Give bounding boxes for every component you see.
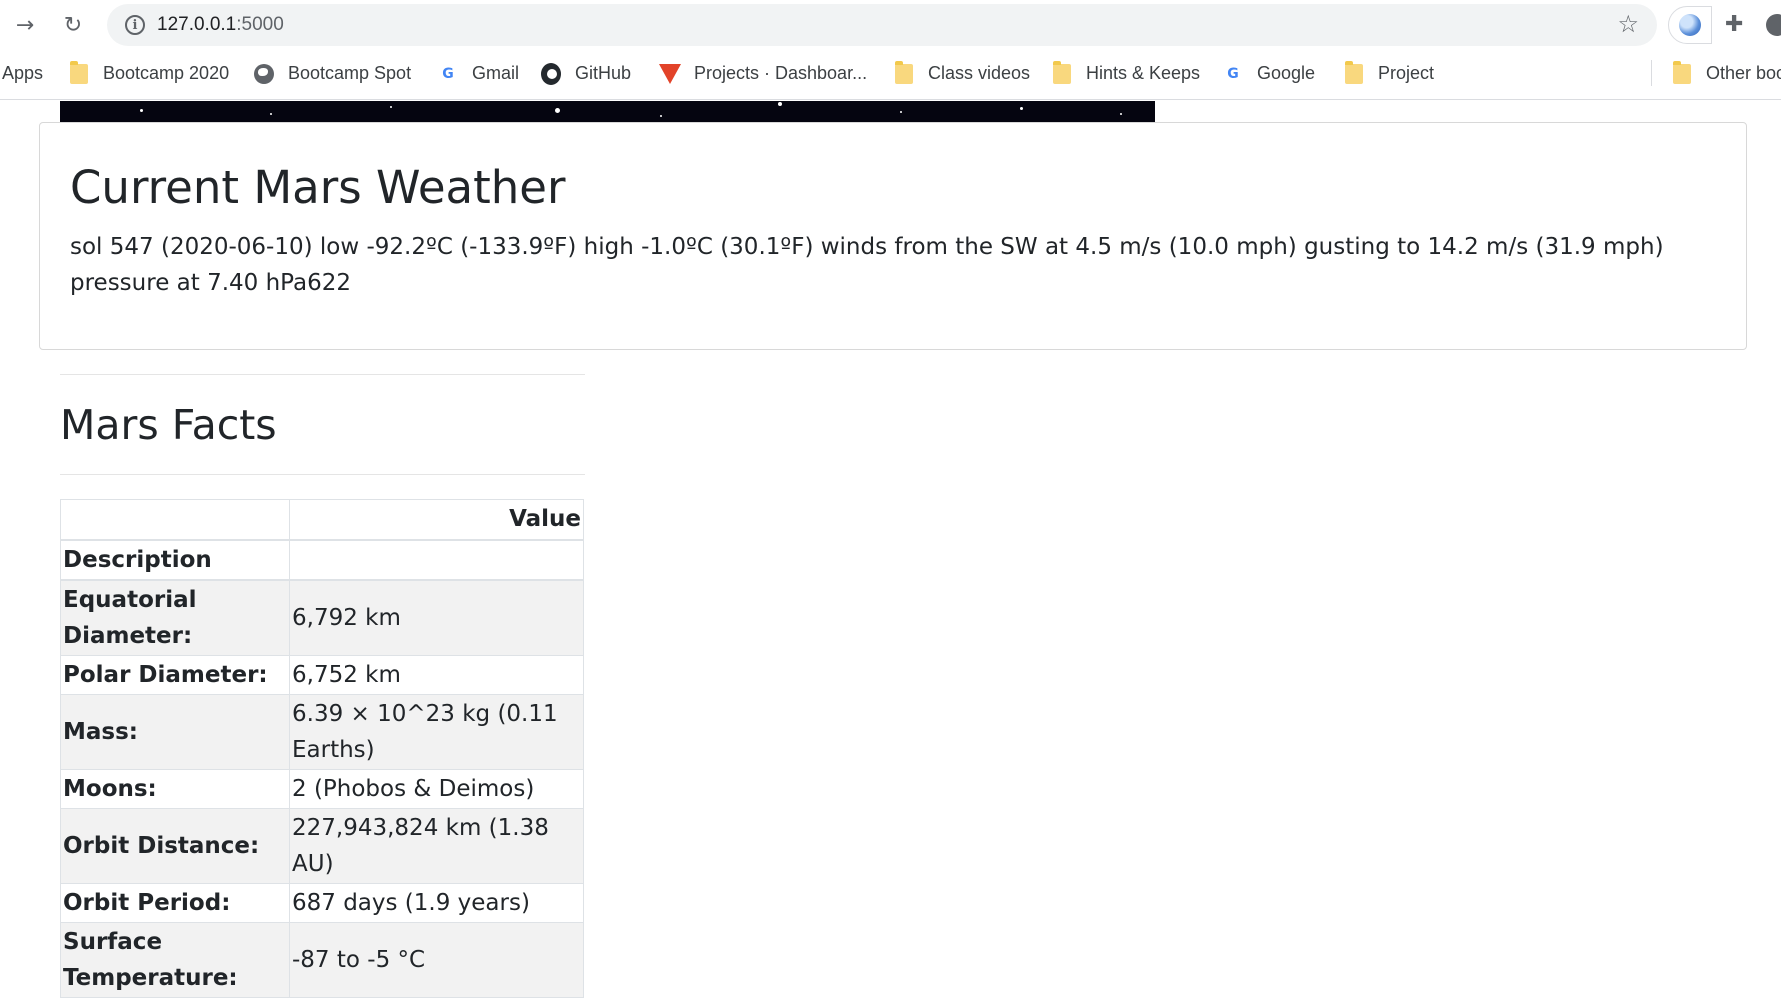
bookmark-label: Bootcamp 2020: [103, 63, 230, 83]
folder-icon: [69, 60, 89, 84]
header-empty-cell: [60, 499, 290, 541]
fact-value: 2 (Phobos & Deimos): [289, 768, 584, 809]
page-content: Current Mars Weather sol 547 (2020-06-10…: [0, 101, 1781, 998]
mars-facts-table: Value Description Equatorial Diameter: 6…: [60, 499, 584, 998]
mars-hemisphere-image: [60, 101, 1155, 122]
bookmark-apps[interactable]: Apps: [2, 63, 43, 84]
info-icon[interactable]: i: [125, 15, 145, 35]
reload-button[interactable]: ↻: [58, 10, 88, 40]
fact-value: 227,943,824 km (1.38 AU): [289, 807, 584, 884]
header-description: Description: [60, 539, 290, 581]
fact-label: Orbit Period:: [60, 882, 290, 923]
bookmark-projects-dashboard[interactable]: Projects · Dashboar...: [659, 63, 868, 84]
forward-button[interactable]: →: [10, 10, 40, 40]
google-icon: G: [1227, 65, 1239, 82]
bookmark-label: GitHub: [575, 63, 632, 83]
bookmark-other-bookmarks[interactable]: Other boo: [1672, 60, 1781, 84]
weather-card: Current Mars Weather sol 547 (2020-06-10…: [39, 122, 1747, 350]
table-cell: [289, 539, 584, 581]
google-icon: G: [442, 65, 454, 82]
fact-value: 6.39 × 10^23 kg (0.11 Earths): [289, 693, 584, 770]
table-header-row: Value: [60, 499, 584, 541]
folder-icon: [1344, 60, 1364, 84]
bookmark-hints-keeps[interactable]: Hints & Keeps: [1052, 60, 1201, 84]
fact-label: Polar Diameter:: [60, 654, 290, 695]
bookmark-star-icon[interactable]: ☆: [1617, 10, 1639, 38]
header-value: Value: [289, 499, 584, 541]
folder-icon: [894, 60, 914, 84]
bookmark-gmail[interactable]: G Gmail: [438, 63, 519, 84]
table-row: Mass: 6.39 × 10^23 kg (0.11 Earths): [60, 693, 584, 770]
url-text[interactable]: 127.0.0.1:5000: [157, 14, 284, 36]
extension-icon: [1679, 14, 1701, 36]
bookmarks-separator: [1651, 60, 1652, 86]
table-row: Polar Diameter: 6,752 km: [60, 654, 584, 695]
bookmark-label: Class videos: [928, 63, 1031, 83]
folder-icon: [1672, 60, 1692, 84]
bookmark-label: Other boo: [1706, 63, 1781, 83]
fact-value: 6,792 km: [289, 579, 584, 656]
weather-title: Current Mars Weather: [70, 161, 566, 214]
url-host: 127.0.0.1: [157, 14, 237, 35]
table-row-description-header: Description: [60, 539, 584, 581]
fact-label: Mass:: [60, 693, 290, 770]
fact-label: Equatorial Diameter:: [60, 579, 290, 656]
bookmark-label: Google: [1257, 63, 1316, 83]
bookmark-label: Project: [1378, 63, 1435, 83]
bookmark-label: Apps: [2, 63, 44, 83]
profile-avatar[interactable]: [1766, 14, 1781, 36]
address-bar[interactable]: i 127.0.0.1:5000 ☆: [107, 4, 1657, 46]
arrow-right-icon: →: [15, 12, 35, 38]
fact-label: Surface Temperature:: [60, 921, 290, 998]
facts-title: Mars Facts: [60, 401, 277, 449]
divider: [60, 374, 585, 375]
fact-label: Orbit Distance:: [60, 807, 290, 884]
divider: [60, 474, 585, 475]
globe-icon: [254, 63, 274, 84]
github-icon: [541, 62, 561, 85]
bookmark-class-videos[interactable]: Class videos: [894, 60, 1031, 84]
weather-report: sol 547 (2020-06-10) low -92.2ºC (-133.9…: [70, 234, 1664, 296]
reload-icon: ↻: [63, 12, 83, 38]
fact-value: 6,752 km: [289, 654, 584, 695]
extension-button[interactable]: [1668, 6, 1712, 44]
folder-icon: [1052, 60, 1072, 84]
url-port: :5000: [236, 14, 284, 35]
bookmark-project[interactable]: Project: [1344, 60, 1435, 84]
table-row: Moons: 2 (Phobos & Deimos): [60, 768, 584, 809]
puzzle-icon[interactable]: ✚: [1725, 12, 1743, 37]
gitlab-icon: [659, 63, 681, 84]
bookmark-label: Gmail: [472, 63, 520, 83]
bookmark-label: Hints & Keeps: [1086, 63, 1201, 83]
bookmark-label: Projects · Dashboar...: [694, 63, 868, 83]
table-row: Equatorial Diameter: 6,792 km: [60, 579, 584, 656]
bookmark-bootcamp-2020[interactable]: Bootcamp 2020: [69, 60, 230, 84]
table-row: Orbit Period: 687 days (1.9 years): [60, 882, 584, 923]
bookmark-label: Bootcamp Spot: [288, 63, 412, 83]
fact-label: Moons:: [60, 768, 290, 809]
browser-toolbar: → ↻ i 127.0.0.1:5000 ☆ ✚: [0, 0, 1781, 50]
table-row: Surface Temperature: -87 to -5 °C: [60, 921, 584, 998]
extensions-area: ✚: [1668, 4, 1781, 46]
table-row: Orbit Distance: 227,943,824 km (1.38 AU): [60, 807, 584, 884]
bookmarks-bar: Apps Bootcamp 2020 Bootcamp Spot G Gmail…: [0, 50, 1781, 100]
fact-value: -87 to -5 °C: [289, 921, 584, 998]
bookmark-github[interactable]: GitHub: [541, 62, 632, 85]
bookmark-google[interactable]: G Google: [1223, 63, 1315, 84]
bookmark-bootcamp-spot[interactable]: Bootcamp Spot: [254, 63, 411, 84]
fact-value: 687 days (1.9 years): [289, 882, 584, 923]
